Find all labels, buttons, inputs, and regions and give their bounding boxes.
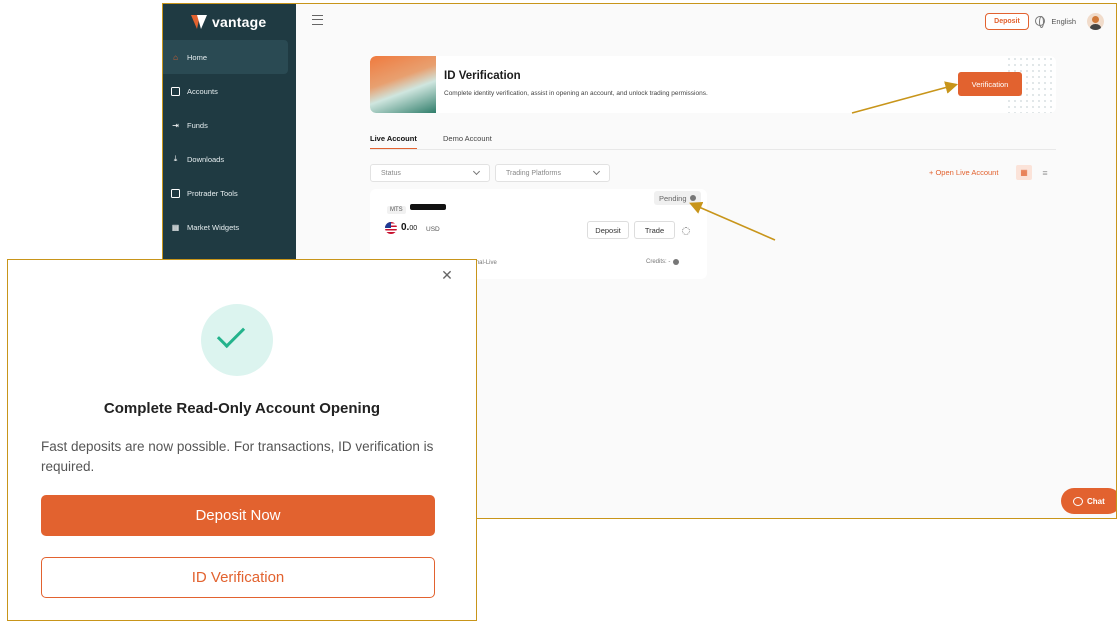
accounts-icon [171,86,180,96]
close-icon[interactable]: ✕ [440,268,454,282]
chat-label: Chat [1087,496,1105,506]
tab-live-account[interactable]: Live Account [370,134,417,149]
card-trade-button[interactable]: Trade [634,221,675,239]
sidebar-item-label: Accounts [187,86,218,96]
banner-description: Complete identity verification, assist i… [444,90,708,97]
status-badge-label: Pending [659,193,687,203]
account-balance: 0.00 [401,222,417,233]
chevron-down-icon [472,167,481,176]
banner-illustration [370,56,436,113]
sidebar-item-market-widgets[interactable]: ▦ Market Widgets [163,210,296,244]
brand-name: vantage [212,14,267,30]
status-badge: Pending [654,191,701,205]
list-view-icon[interactable]: ≡ [1037,165,1053,180]
widgets-icon: ▦ [171,222,180,232]
credits-label: Credits: - [646,259,671,265]
sidebar-item-downloads[interactable]: ⤓ Downloads [163,142,296,176]
status-filter-value: Status [381,169,401,177]
sidebar-item-label: Funds [187,120,208,130]
language-selector[interactable]: English [1051,17,1076,26]
account-name-redacted [410,204,446,210]
modal-title: Complete Read-Only Account Opening [103,400,381,417]
sidebar-item-label: Protrader Tools [187,188,238,198]
avatar[interactable] [1087,13,1104,30]
banner-title: ID Verification [444,70,521,82]
gear-icon[interactable] [682,227,690,235]
success-check-icon [201,304,273,376]
chevron-down-icon [592,167,601,176]
sidebar-item-protrader-tools[interactable]: Protrader Tools [163,176,296,210]
verification-button[interactable]: Verification [958,72,1022,96]
toolbox-icon [171,188,180,198]
success-modal: ✕ Complete Read-Only Account Opening Fas… [7,259,477,621]
vantage-logo-icon [191,15,207,29]
id-verification-button[interactable]: ID Verification [41,557,435,598]
platform-tag: MTS [387,206,406,214]
brand-logo[interactable]: vantage [163,4,296,40]
account-tabs: Live Account Demo Account [370,130,1056,150]
card-deposit-button[interactable]: Deposit [587,221,629,239]
info-icon[interactable] [689,195,696,201]
sidebar-item-funds[interactable]: ⇥ Funds [163,108,296,142]
info-icon[interactable] [673,259,680,265]
check-mark [216,319,246,349]
modal-description: Fast deposits are now possible. For tran… [41,439,434,474]
credits-info: Credits: - [646,259,680,265]
chat-bubble-icon [1073,496,1083,506]
balance-currency: USD [426,226,440,233]
open-live-account-link[interactable]: + Open Live Account [929,168,998,177]
sidebar-item-label: Home [187,52,208,62]
chat-button[interactable]: Chat [1061,488,1116,514]
grid-view-icon[interactable]: ▦ [1016,165,1032,180]
deposit-now-button[interactable]: Deposit Now [41,495,435,536]
platform-filter-value: Trading Platforms [506,169,561,177]
header-deposit-button[interactable]: Deposit [985,13,1029,30]
menu-icon[interactable] [312,15,323,25]
sidebar-item-home[interactable]: ⌂ Home [163,40,288,74]
tab-demo-account[interactable]: Demo Account [443,134,492,143]
balance-decimal: 00 [409,225,418,232]
id-verification-banner: ID Verification Complete identity verifi… [370,56,1056,113]
top-bar: Deposit English [296,4,1116,40]
download-icon: ⤓ [173,154,178,163]
us-flag-icon [385,222,397,234]
status-filter[interactable]: Status [370,164,490,182]
sidebar-item-label: Downloads [187,154,225,164]
sidebar-item-label: Market Widgets [187,222,240,232]
platform-filter[interactable]: Trading Platforms [495,164,610,182]
globe-icon[interactable] [1035,16,1045,28]
funds-icon: ⇥ [172,120,179,130]
sidebar-item-accounts[interactable]: Accounts [163,74,296,108]
home-icon: ⌂ [173,52,178,62]
stage: vantage ⌂ Home Accounts ⇥ Funds ⤓ Downlo… [0,0,1119,621]
